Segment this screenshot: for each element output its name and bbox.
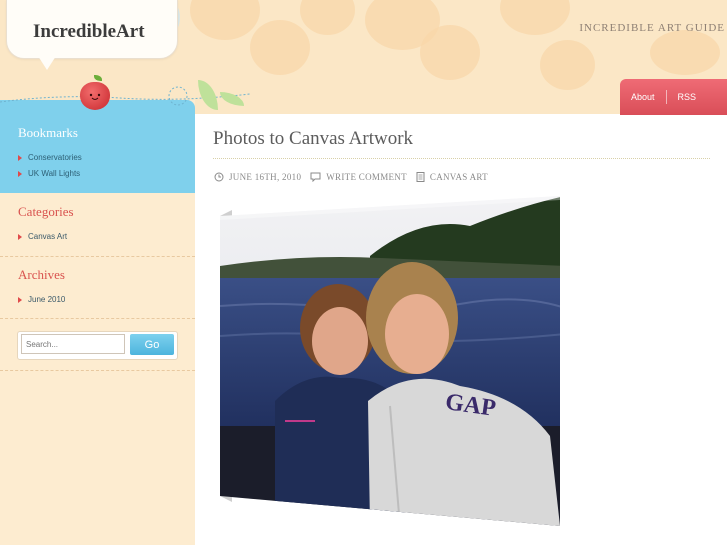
post-category[interactable]: CANVAS ART: [416, 172, 488, 182]
flower-decoration: [250, 20, 310, 75]
title-divider: [213, 158, 710, 159]
bullet-icon: [18, 170, 22, 177]
sidebar-divider: [0, 256, 195, 257]
search-go-button[interactable]: Go: [130, 334, 174, 355]
archives-title: Archives: [18, 267, 65, 282]
logo-bubble-tail: [38, 56, 56, 70]
clock-icon: [214, 172, 224, 182]
post-title[interactable]: Photos to Canvas Artwork: [213, 128, 413, 150]
flower-decoration: [500, 0, 570, 35]
sidebar-divider: [0, 370, 195, 371]
flower-decoration: [650, 30, 720, 75]
categories-title: Categories: [18, 204, 74, 219]
category-item[interactable]: Canvas Art: [18, 232, 67, 241]
search-form: Go: [17, 331, 178, 360]
apple-icon: [80, 75, 110, 110]
nav-about[interactable]: About: [620, 92, 666, 102]
post-category-text[interactable]: CANVAS ART: [430, 172, 488, 182]
category-link-canvas-art[interactable]: Canvas Art: [28, 232, 67, 241]
sidebar-divider: [0, 318, 195, 319]
bookmark-item[interactable]: UK Wall Lights: [18, 169, 80, 178]
bookmark-link-conservatories[interactable]: Conservatories: [28, 153, 82, 162]
top-nav: About RSS: [620, 79, 727, 115]
flower-decoration: [190, 0, 260, 40]
post-meta: JUNE 16TH, 2010 WRITE COMMENT CANVAS ART: [214, 172, 497, 182]
apple-face: [89, 93, 101, 100]
bullet-icon: [18, 233, 22, 240]
flower-decoration: [420, 25, 480, 80]
nav-rss[interactable]: RSS: [667, 92, 708, 102]
search-input[interactable]: [21, 334, 125, 354]
bookmark-item[interactable]: Conservatories: [18, 153, 82, 162]
site-tagline: INCREDIBLE ART GUIDE: [579, 22, 725, 34]
bullet-icon: [18, 154, 22, 161]
flower-decoration: [540, 40, 595, 90]
bullet-icon: [18, 296, 22, 303]
flower-decoration: [300, 0, 355, 35]
logo-bubble: IncredibleArt: [6, 0, 178, 59]
archive-item[interactable]: June 2010: [18, 295, 65, 304]
post-date-text: JUNE 16TH, 2010: [229, 172, 302, 182]
write-comment-text[interactable]: WRITE COMMENT: [326, 172, 407, 182]
sidebar: Bookmarks Conservatories UK Wall Lights …: [0, 100, 195, 545]
bookmarks-title: Bookmarks: [18, 125, 78, 140]
canvas-artwork-image: GAP: [220, 196, 560, 526]
comment-icon: [310, 172, 321, 182]
bookmark-link-uk-wall-lights[interactable]: UK Wall Lights: [28, 169, 80, 178]
archive-link-june-2010[interactable]: June 2010: [28, 295, 65, 304]
site-logo[interactable]: IncredibleArt: [33, 21, 145, 43]
write-comment-link[interactable]: WRITE COMMENT: [310, 172, 407, 182]
post-date: JUNE 16TH, 2010: [214, 172, 301, 182]
document-icon: [416, 172, 425, 182]
